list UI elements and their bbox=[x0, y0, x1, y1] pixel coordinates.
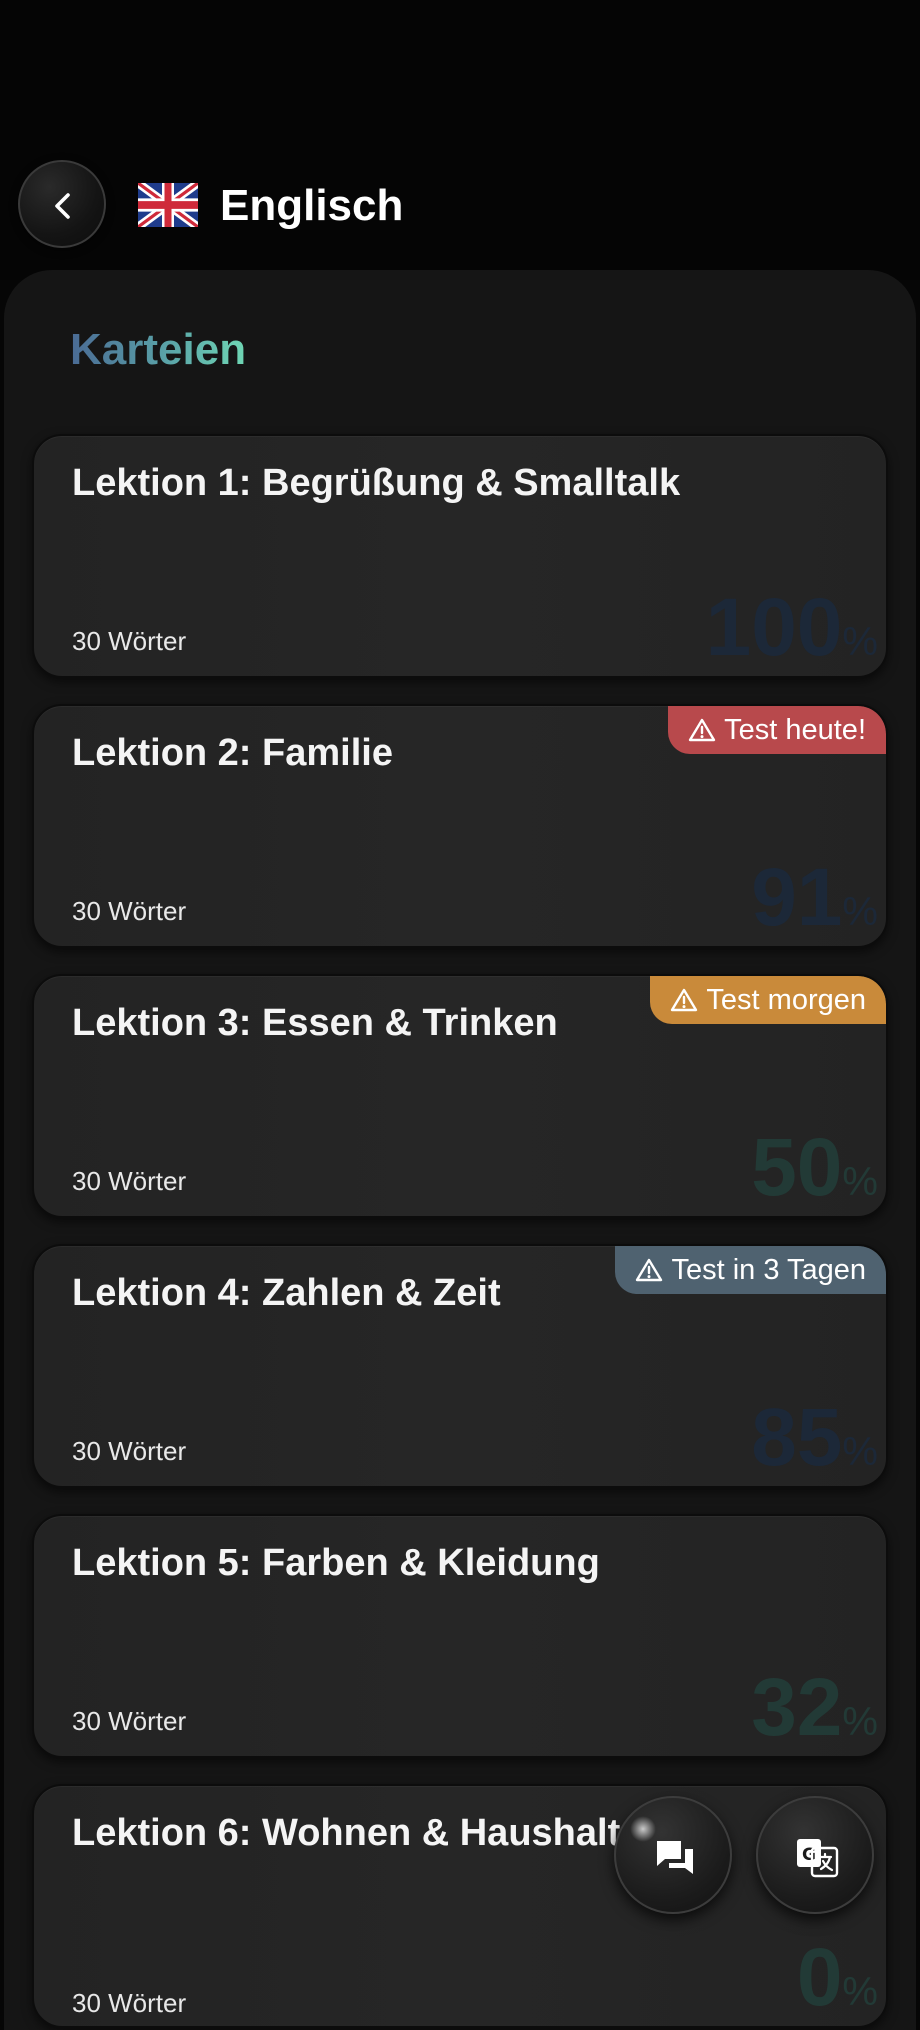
word-count: 30 Wörter bbox=[72, 1166, 187, 1196]
warning-icon bbox=[636, 1258, 663, 1282]
section-title: Karteien bbox=[70, 322, 246, 378]
progress-percent: 0% bbox=[796, 1932, 878, 2023]
badge-label: Test morgen bbox=[706, 984, 866, 1016]
lesson-card-1[interactable]: 100% Lektion 1: Begrüßung & Smalltalk 30… bbox=[32, 434, 888, 678]
lesson-card-3[interactable]: 50% Lektion 3: Essen & Trinken 30 Wörter… bbox=[32, 974, 888, 1218]
chevron-left-icon bbox=[55, 193, 70, 219]
word-count: 30 Wörter bbox=[72, 626, 187, 656]
lesson-title: Lektion 2: Familie bbox=[72, 732, 393, 774]
progress-percent: 50% bbox=[751, 1122, 878, 1213]
lesson-card-4[interactable]: 85% Lektion 4: Zahlen & Zeit 30 Wörter T… bbox=[32, 1244, 888, 1488]
warning-icon bbox=[671, 988, 698, 1012]
warning-icon bbox=[688, 718, 716, 742]
back-button[interactable] bbox=[18, 160, 106, 248]
lesson-title: Lektion 1: Begrüßung & Smalltalk bbox=[72, 462, 681, 504]
test-badge: Test heute! bbox=[668, 706, 886, 754]
progress-percent: 91% bbox=[751, 852, 878, 943]
progress-percent: 32% bbox=[751, 1662, 878, 1753]
lesson-title: Lektion 6: Wohnen & Haushalt bbox=[72, 1812, 621, 1854]
page-title: Englisch bbox=[220, 181, 404, 230]
uk-flag-icon bbox=[138, 183, 198, 227]
chat-bubbles-icon bbox=[657, 1841, 693, 1874]
chat-button[interactable] bbox=[614, 1796, 732, 1914]
header bbox=[0, 0, 920, 280]
word-count: 30 Wörter bbox=[72, 896, 187, 926]
word-count: 30 Wörter bbox=[72, 1436, 187, 1466]
lesson-card-2[interactable]: 91% Lektion 2: Familie 30 Wörter Test he… bbox=[32, 704, 888, 948]
lesson-card-5[interactable]: 32% Lektion 5: Farben & Kleidung 30 Wört… bbox=[32, 1514, 888, 1758]
badge-label: Test heute! bbox=[724, 714, 866, 746]
test-badge: Test in 3 Tagen bbox=[615, 1246, 886, 1294]
badge-label: Test in 3 Tagen bbox=[671, 1254, 866, 1286]
lesson-title: Lektion 3: Essen & Trinken bbox=[72, 1002, 558, 1044]
word-count: 30 Wörter bbox=[72, 1988, 187, 2018]
lesson-card-6[interactable]: 0% Lektion 6: Wohnen & Haushalt 30 Wörte… bbox=[32, 1784, 888, 2028]
lesson-title: Lektion 5: Farben & Kleidung bbox=[72, 1542, 600, 1584]
test-badge: Test morgen bbox=[650, 976, 886, 1024]
lesson-title: Lektion 4: Zahlen & Zeit bbox=[72, 1272, 501, 1314]
translate-icon: G bbox=[797, 1839, 839, 1878]
progress-percent: 85% bbox=[751, 1392, 878, 1483]
progress-percent: 100% bbox=[705, 582, 878, 673]
word-count: 30 Wörter bbox=[72, 1706, 187, 1736]
translate-button[interactable]: G bbox=[756, 1796, 874, 1914]
